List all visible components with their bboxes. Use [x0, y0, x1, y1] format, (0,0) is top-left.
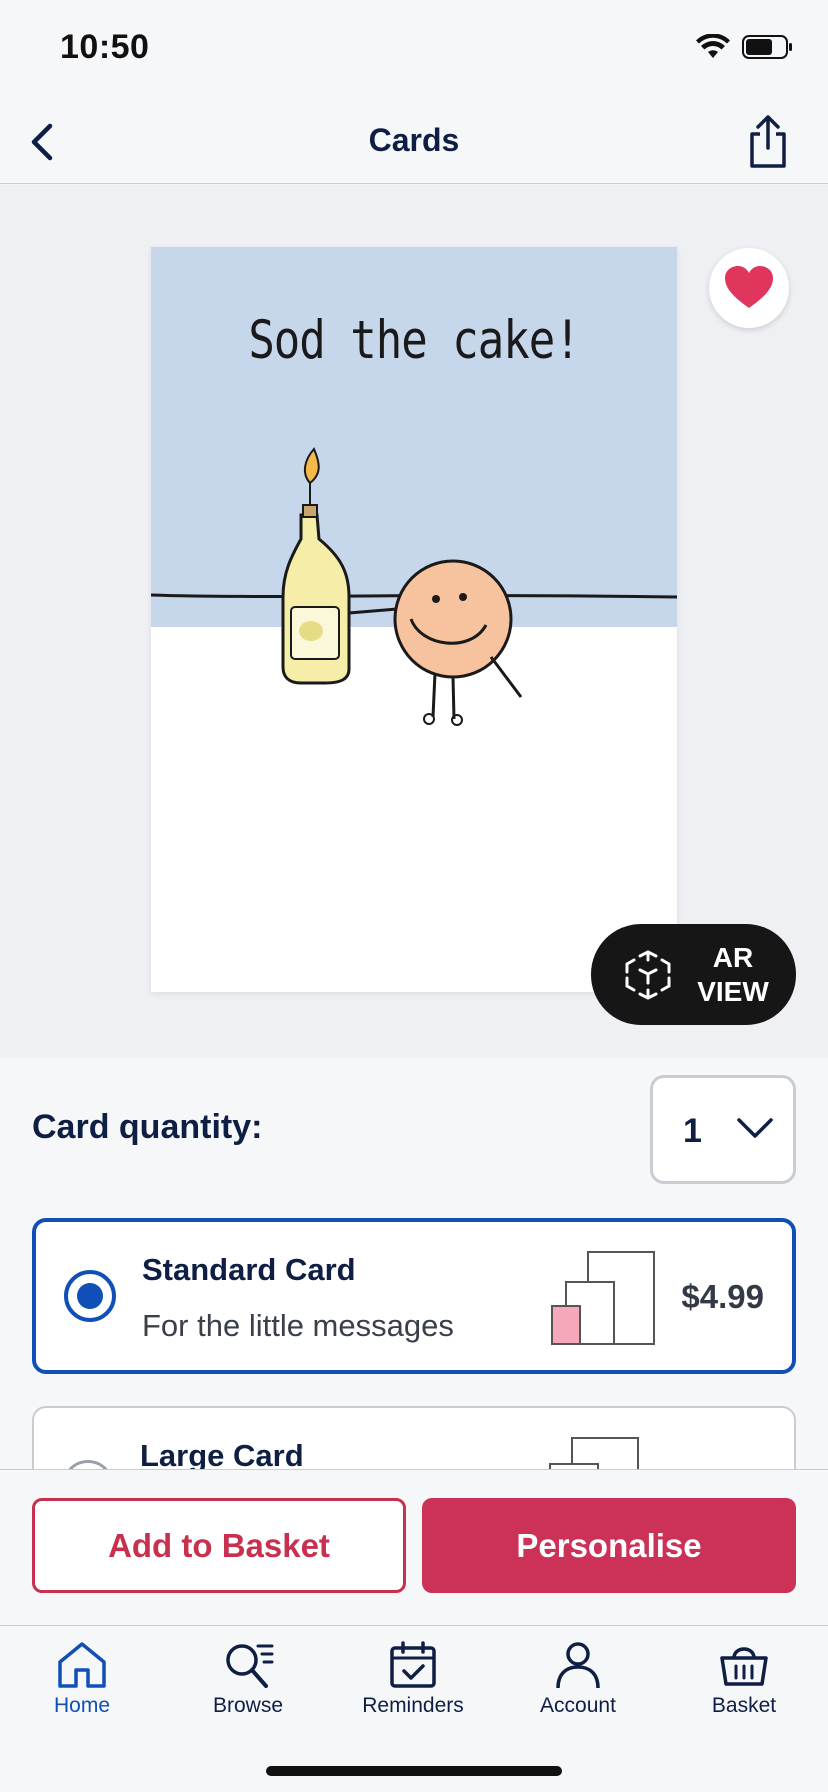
card-message: Sod the cake! [248, 309, 580, 372]
user-icon [556, 1642, 600, 1689]
action-bar: Add to Basket Personalise [0, 1469, 828, 1625]
card-image[interactable]: Sod the cake! [151, 247, 677, 992]
quantity-value: 1 [683, 1112, 702, 1150]
card-preview-area: Sod the cake! AR VIEW [0, 185, 828, 1058]
ar-view-label: AR VIEW [697, 941, 769, 1007]
favourite-button[interactable] [709, 248, 789, 328]
basket-icon [720, 1647, 768, 1686]
tab-browse[interactable]: Browse [173, 1640, 323, 1740]
tab-home[interactable]: Home [7, 1640, 157, 1740]
tab-reminders[interactable]: Reminders [338, 1640, 488, 1740]
battery-icon [742, 35, 792, 59]
heart-icon [725, 266, 773, 308]
wifi-icon [696, 34, 730, 58]
home-indicator [266, 1766, 562, 1776]
card-illustration [151, 447, 677, 726]
option-title: Standard Card [142, 1252, 356, 1287]
quantity-select[interactable]: 1 [650, 1075, 796, 1184]
nav-bar: Cards [0, 100, 828, 184]
card-size-icon [551, 1251, 655, 1345]
personalise-button[interactable]: Personalise [422, 1498, 796, 1593]
add-to-basket-button[interactable]: Add to Basket [32, 1498, 406, 1593]
status-time: 10:50 [60, 28, 150, 66]
tab-basket[interactable]: Basket [669, 1640, 819, 1740]
home-icon [58, 1642, 106, 1688]
tab-account[interactable]: Account [503, 1640, 653, 1740]
browse-icon [226, 1644, 274, 1688]
option-subtitle: For the little messages [142, 1308, 454, 1343]
share-icon[interactable] [746, 114, 790, 170]
radio-selected[interactable] [64, 1270, 116, 1322]
chevron-down-icon [737, 1118, 773, 1138]
option-standard-card[interactable]: Standard Card For the little messages $4… [32, 1218, 796, 1374]
card-quantity-label: Card quantity: [32, 1108, 263, 1146]
option-price: $4.99 [681, 1278, 764, 1315]
status-icons [696, 34, 794, 60]
calendar-icon [390, 1641, 436, 1688]
ar-view-button[interactable]: AR VIEW [591, 924, 796, 1025]
ar-cube-icon [625, 950, 671, 999]
page-title: Cards [368, 122, 460, 158]
status-bar: 10:50 [0, 0, 828, 100]
